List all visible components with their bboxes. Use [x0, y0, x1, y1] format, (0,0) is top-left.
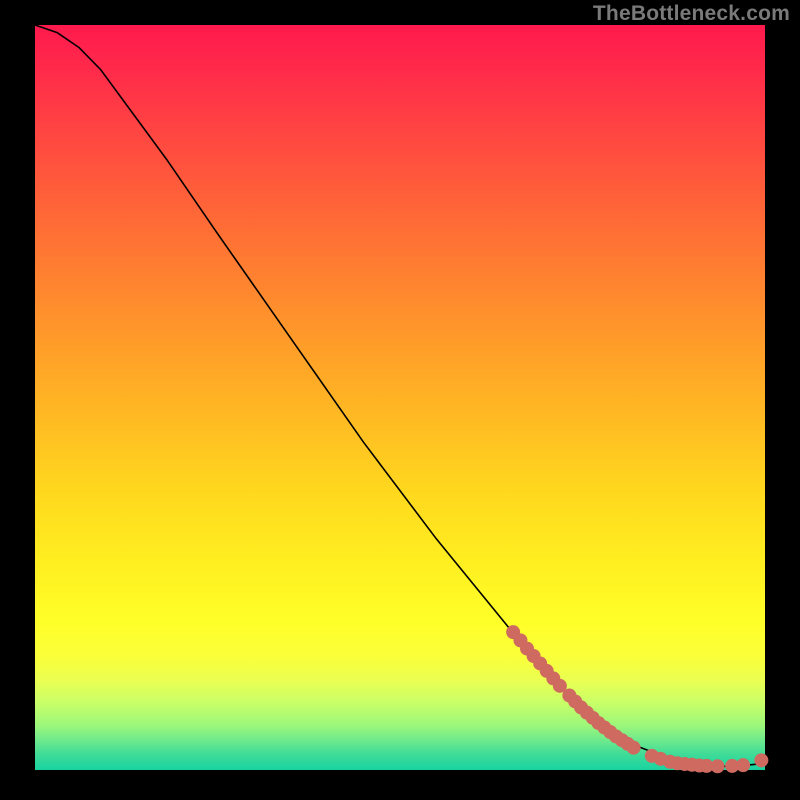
data-point	[627, 741, 640, 754]
data-point	[553, 679, 566, 692]
data-points	[507, 626, 768, 773]
bottleneck-curve	[35, 25, 765, 766]
chart-overlay	[35, 25, 765, 770]
data-point	[755, 754, 768, 767]
data-point	[711, 760, 724, 773]
data-point	[737, 759, 750, 772]
watermark-text: TheBottleneck.com	[593, 2, 790, 26]
chart-frame: TheBottleneck.com	[0, 0, 800, 800]
